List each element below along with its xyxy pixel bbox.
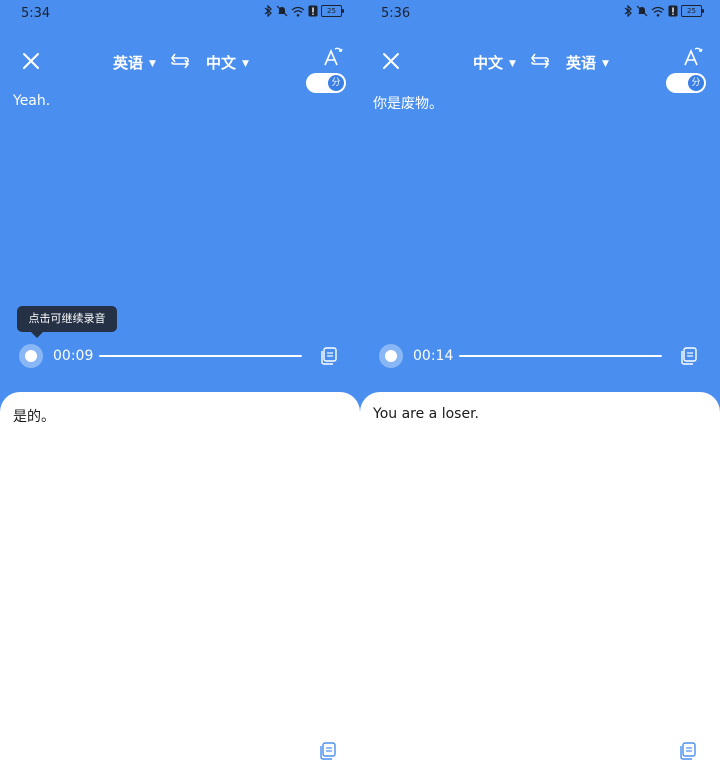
recording-progress-track: [459, 355, 662, 357]
target-language-selector[interactable]: 中文 ▼: [206, 52, 249, 73]
font-size-button[interactable]: [682, 46, 704, 68]
source-text: 你是废物。: [373, 96, 443, 112]
caret-down-icon: ▼: [509, 59, 516, 69]
copy-translation-button[interactable]: [679, 742, 697, 760]
swap-languages-icon: [171, 53, 189, 69]
translation-card: 是的。: [0, 392, 360, 780]
copy-icon: [321, 347, 337, 365]
recording-timer: 00:14: [413, 348, 454, 364]
source-language-label: 英语: [113, 54, 144, 72]
record-button[interactable]: [379, 344, 403, 368]
swap-languages-icon: [531, 53, 549, 69]
translated-text: You are a loser.: [373, 406, 479, 422]
target-language-label: 中文: [206, 54, 237, 72]
toggle-knob: 分: [328, 75, 344, 91]
translator-screen-right: 5:36 25 中文 ▼ 英语 ▼ 分 你是废物。 00:14 You are …: [360, 0, 720, 780]
caret-down-icon: ▼: [602, 59, 609, 69]
copy-icon: [681, 347, 697, 365]
caret-down-icon: ▼: [242, 59, 249, 69]
bell-off-icon: [636, 5, 648, 17]
source-language-selector[interactable]: 中文 ▼: [473, 52, 516, 73]
record-button[interactable]: [19, 344, 43, 368]
source-language-label: 中文: [473, 54, 504, 72]
caret-down-icon: ▼: [149, 59, 156, 69]
source-text: Yeah.: [13, 93, 51, 109]
copy-translation-button[interactable]: [319, 742, 337, 760]
recording-timer: 00:09: [53, 348, 94, 364]
bell-off-icon: [276, 5, 288, 17]
battery-indicator: 25: [321, 5, 344, 17]
toggle-knob: 分: [688, 75, 704, 91]
status-time: 5:34: [21, 6, 51, 21]
font-size-icon: [324, 47, 343, 66]
swap-languages-button[interactable]: [169, 51, 191, 71]
alert-icon: [308, 5, 318, 17]
copy-icon: [680, 742, 696, 760]
translated-text: 是的。: [13, 409, 55, 425]
status-icons: 25: [264, 5, 344, 17]
close-icon: [383, 53, 399, 69]
source-language-selector[interactable]: 英语 ▼: [113, 52, 156, 73]
target-language-label: 英语: [566, 54, 597, 72]
target-language-selector[interactable]: 英语 ▼: [566, 52, 609, 73]
recording-progress-track: [99, 355, 302, 357]
close-button[interactable]: [18, 48, 44, 74]
close-icon: [23, 53, 39, 69]
translator-screen-left: 5:34 25 英语 ▼ 中文 ▼ 分 Yeah. 点击可继续录音 00:09: [0, 0, 360, 780]
wifi-icon: [651, 6, 665, 17]
bluetooth-icon: [624, 5, 632, 17]
record-hint-tooltip: 点击可继续录音: [17, 306, 117, 338]
app-canvas: 5:34 25 英语 ▼ 中文 ▼ 分 Yeah. 点击可继续录音 00:09: [0, 0, 720, 780]
record-icon: [25, 350, 37, 362]
font-size-icon: [684, 47, 703, 66]
copy-icon: [320, 742, 336, 760]
swap-languages-button[interactable]: [529, 51, 551, 71]
alert-icon: [668, 5, 678, 17]
split-screen-toggle[interactable]: 分: [306, 73, 346, 93]
copy-source-button[interactable]: [680, 347, 698, 365]
copy-source-button[interactable]: [320, 347, 338, 365]
translation-card: You are a loser.: [360, 392, 720, 780]
wifi-icon: [291, 6, 305, 17]
record-icon: [385, 350, 397, 362]
status-icons: 25: [624, 5, 704, 17]
battery-indicator: 25: [681, 5, 704, 17]
split-screen-toggle[interactable]: 分: [666, 73, 706, 93]
bluetooth-icon: [264, 5, 272, 17]
status-time: 5:36: [381, 6, 411, 21]
font-size-button[interactable]: [322, 46, 344, 68]
close-button[interactable]: [378, 48, 404, 74]
